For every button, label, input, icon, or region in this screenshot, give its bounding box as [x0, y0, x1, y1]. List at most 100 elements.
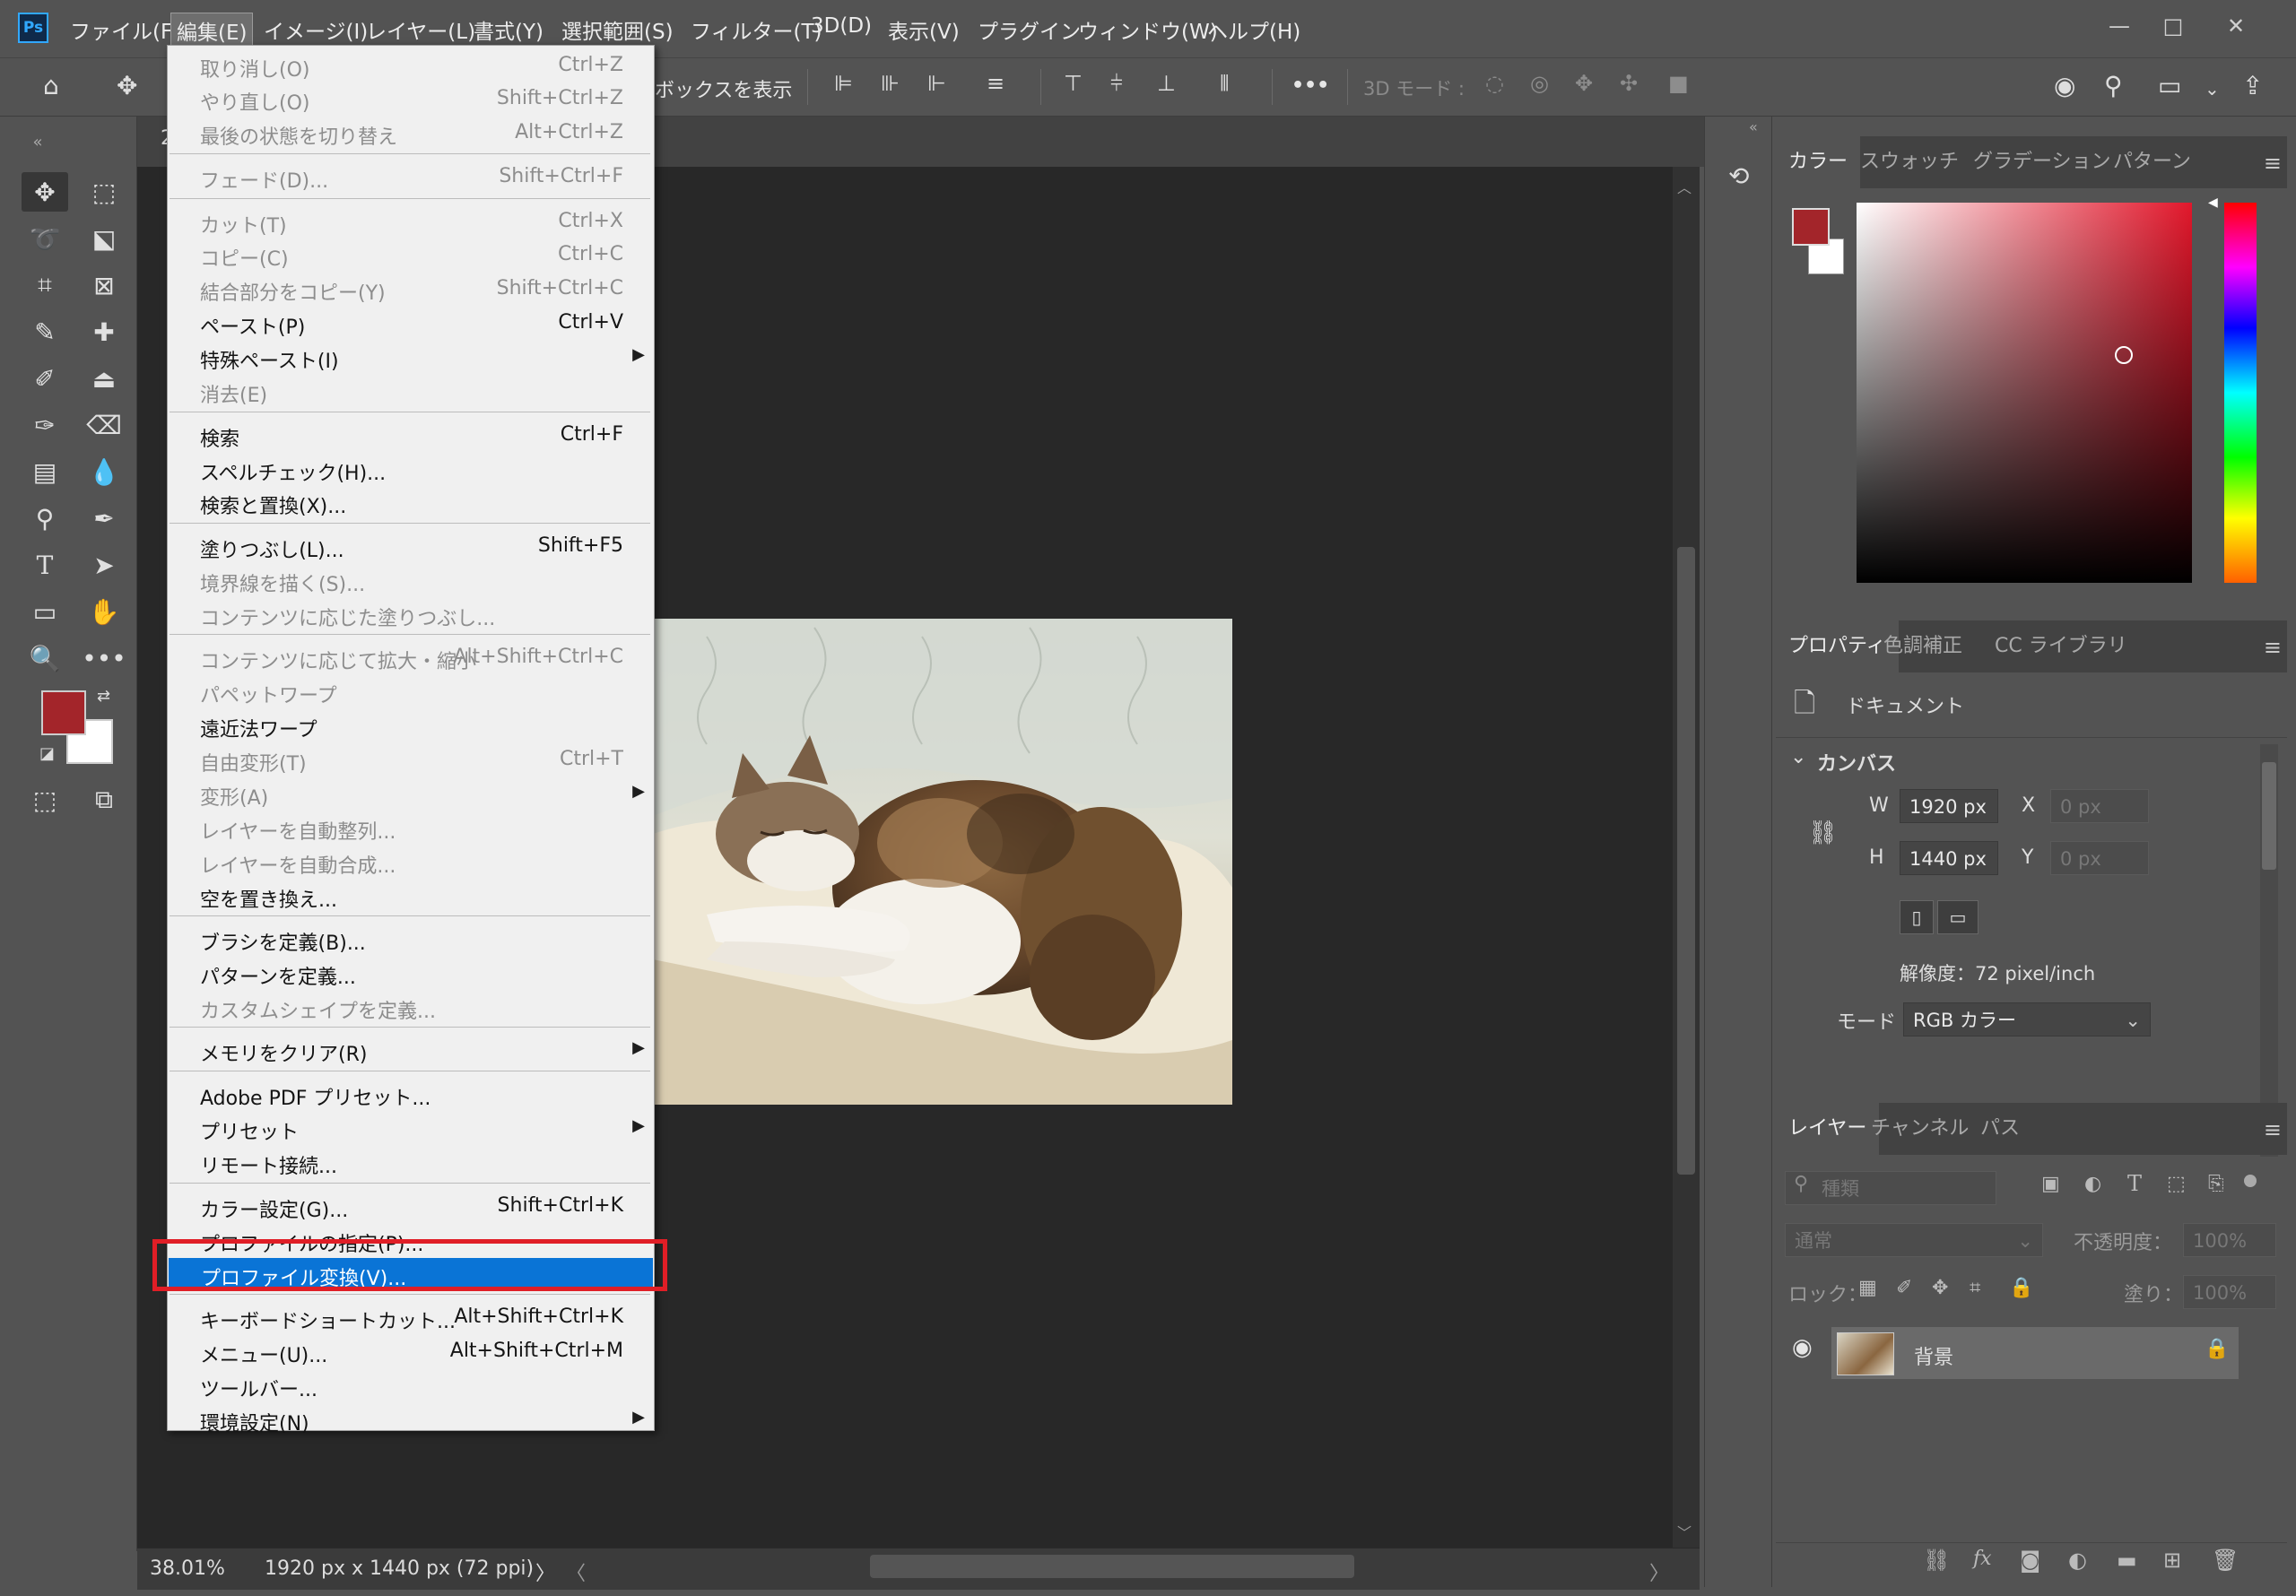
- menu-view[interactable]: 表示(V): [883, 13, 965, 47]
- collapse-panel-icon[interactable]: «: [14, 122, 61, 161]
- lock-icon[interactable]: 🔒: [2205, 1338, 2229, 1360]
- menu-item[interactable]: 検索と置換(X)...: [168, 486, 654, 519]
- align-middle-icon[interactable]: ⫩: [1110, 71, 1123, 96]
- align-left-icon[interactable]: ⊫: [834, 71, 853, 96]
- quick-mask-icon[interactable]: ⬚: [22, 780, 68, 820]
- y-field[interactable]: 0 px: [2050, 841, 2149, 875]
- opacity-field[interactable]: 100%: [2183, 1223, 2276, 1257]
- menu-item[interactable]: 特殊ペースト(I) ▶: [168, 341, 654, 374]
- tab-patterns[interactable]: パターン: [2100, 136, 2204, 188]
- panel-menu-icon[interactable]: ≡: [2264, 1117, 2282, 1142]
- gradient-tool-icon[interactable]: ▤: [22, 452, 68, 491]
- link-layers-icon[interactable]: ⛓: [1923, 1548, 1950, 1573]
- zoom-level[interactable]: 38.01%: [150, 1557, 225, 1580]
- workspace-icon[interactable]: ▭: [2158, 71, 2181, 100]
- layer-filter-select[interactable]: 種類: [1785, 1171, 1996, 1205]
- home-icon[interactable]: ⌂: [43, 71, 59, 100]
- default-colors-icon[interactable]: ◪: [39, 744, 55, 763]
- search-icon[interactable]: ⚲: [2104, 71, 2123, 100]
- blur-tool-icon[interactable]: 💧: [81, 452, 127, 491]
- height-field[interactable]: 1440 px: [1900, 841, 1998, 875]
- delete-layer-icon[interactable]: 🗑: [2212, 1548, 2239, 1573]
- menu-item[interactable]: プリセット ▶: [168, 1112, 654, 1145]
- minimize-button[interactable]: —: [2099, 7, 2140, 45]
- pen-tool-icon[interactable]: ✒: [81, 499, 127, 538]
- brush-tool-icon[interactable]: ✐: [22, 359, 68, 398]
- menu-file[interactable]: ファイル(F): [65, 13, 186, 47]
- mode-select[interactable]: RGB カラー ⌄: [1903, 1002, 2151, 1037]
- hue-slider[interactable]: [2224, 203, 2257, 583]
- user-icon[interactable]: ◉: [2054, 71, 2075, 100]
- eraser-tool-icon[interactable]: ⌫: [81, 405, 127, 445]
- tab-gradients[interactable]: グラデーション: [1961, 136, 2124, 188]
- filter-shape-icon[interactable]: ⬚: [2167, 1173, 2186, 1195]
- lock-all-icon[interactable]: 🔒: [2009, 1277, 2033, 1299]
- scroll-up-icon[interactable]: ︿: [1677, 176, 1692, 197]
- swap-colors-icon[interactable]: ⇄: [97, 687, 110, 706]
- color-picker-cursor[interactable]: [2115, 346, 2133, 364]
- menu-3d[interactable]: 3D(D): [805, 13, 877, 39]
- scroll-down-icon[interactable]: ﹀: [1677, 1521, 1692, 1542]
- chevron-down-icon[interactable]: ⌄: [1790, 746, 1806, 768]
- canvas-section-title[interactable]: カンバス: [1817, 748, 1896, 776]
- share-icon[interactable]: ⇪: [2242, 71, 2263, 100]
- fill-field[interactable]: 100%: [2183, 1275, 2276, 1309]
- type-tool-icon[interactable]: T: [22, 545, 68, 585]
- landscape-orientation-icon[interactable]: ▭: [1937, 900, 1979, 934]
- lock-artboard-icon[interactable]: ⌗: [1970, 1277, 1980, 1299]
- object-selection-tool-icon[interactable]: ⬕: [81, 219, 127, 258]
- x-field[interactable]: 0 px: [2050, 789, 2149, 823]
- eyedropper-tool-icon[interactable]: ✎: [22, 312, 68, 351]
- menu-item[interactable]: メモリをクリア(R) ▶: [168, 1034, 654, 1067]
- lasso-tool-icon[interactable]: ➰: [22, 219, 68, 258]
- chevron-down-icon[interactable]: ⌄: [2205, 78, 2220, 100]
- align-bottom-icon[interactable]: ⊥: [1157, 71, 1176, 96]
- menu-select[interactable]: 選択範囲(S): [556, 13, 679, 47]
- foreground-color-swatch[interactable]: [1792, 208, 1830, 246]
- history-brush-tool-icon[interactable]: ✑: [22, 405, 68, 445]
- menu-plugins[interactable]: プラグイン: [972, 13, 1086, 47]
- collapse-left-icon[interactable]: «: [1749, 118, 1758, 135]
- align-center-icon[interactable]: ⊪: [881, 71, 900, 96]
- width-field[interactable]: 1920 px: [1900, 789, 1998, 823]
- tab-channels[interactable]: チャンネル: [1858, 1103, 1981, 1155]
- horizontal-scrollbar-thumb[interactable]: [870, 1555, 1354, 1578]
- menu-image[interactable]: イメージ(I): [258, 13, 373, 47]
- menu-item[interactable]: ブラシを定義(B)...: [168, 923, 654, 956]
- align-right-icon[interactable]: ⊩: [927, 71, 946, 96]
- distribute-vertical-icon[interactable]: ⦀: [1220, 71, 1230, 96]
- lock-pixels-icon[interactable]: ✐: [1896, 1277, 1912, 1299]
- menu-item[interactable]: 遠近法ワープ: [168, 709, 654, 742]
- move-tool-icon[interactable]: ✥: [117, 71, 137, 100]
- menu-window[interactable]: ウィンドウ(W): [1073, 13, 1223, 47]
- distribute-horizontal-icon[interactable]: ≡: [987, 71, 1004, 96]
- hand-tool-icon[interactable]: ✋: [81, 592, 127, 631]
- healing-brush-tool-icon[interactable]: ✚: [81, 312, 127, 351]
- menu-item[interactable]: 環境設定(N) ▶: [168, 1403, 654, 1436]
- tab-swatches[interactable]: スウォッチ: [1848, 136, 1971, 188]
- history-panel-icon[interactable]: ⟲: [1728, 161, 1749, 191]
- menu-item[interactable]: スペルチェック(H)...: [168, 453, 654, 486]
- menu-item[interactable]: パターンを定義...: [168, 957, 654, 990]
- layer-name[interactable]: 背景: [1914, 1341, 1953, 1370]
- menu-layer[interactable]: レイヤー(L): [361, 13, 481, 47]
- lock-transparency-icon[interactable]: ▦: [1858, 1277, 1877, 1299]
- tab-paths[interactable]: パス: [1968, 1103, 2032, 1155]
- eye-icon[interactable]: ◉: [1792, 1334, 1813, 1361]
- tab-adjustments[interactable]: 色調補正: [1871, 620, 1975, 672]
- panel-menu-icon[interactable]: ≡: [2264, 151, 2282, 176]
- screen-mode-icon[interactable]: ⧉: [81, 780, 127, 820]
- more-options-button[interactable]: •••: [1292, 74, 1329, 97]
- panel-menu-icon[interactable]: ≡: [2264, 635, 2282, 660]
- dodge-tool-icon[interactable]: ⚲: [22, 499, 68, 538]
- filter-adjustment-icon[interactable]: ◐: [2084, 1173, 2101, 1195]
- lock-position-icon[interactable]: ✥: [1932, 1277, 1948, 1299]
- clone-stamp-tool-icon[interactable]: ⏏: [81, 359, 127, 398]
- frame-tool-icon[interactable]: ⊠: [81, 265, 127, 305]
- rectangle-tool-icon[interactable]: ▭: [22, 592, 68, 631]
- filter-smart-object-icon[interactable]: ⎘: [2208, 1173, 2224, 1195]
- new-layer-icon[interactable]: ⊞: [2163, 1548, 2181, 1573]
- status-menu-arrow[interactable]: 〉: [535, 1557, 555, 1586]
- hue-slider-handle[interactable]: ◀: [2208, 195, 2218, 210]
- blend-mode-select[interactable]: 通常 ⌄: [1785, 1223, 2043, 1257]
